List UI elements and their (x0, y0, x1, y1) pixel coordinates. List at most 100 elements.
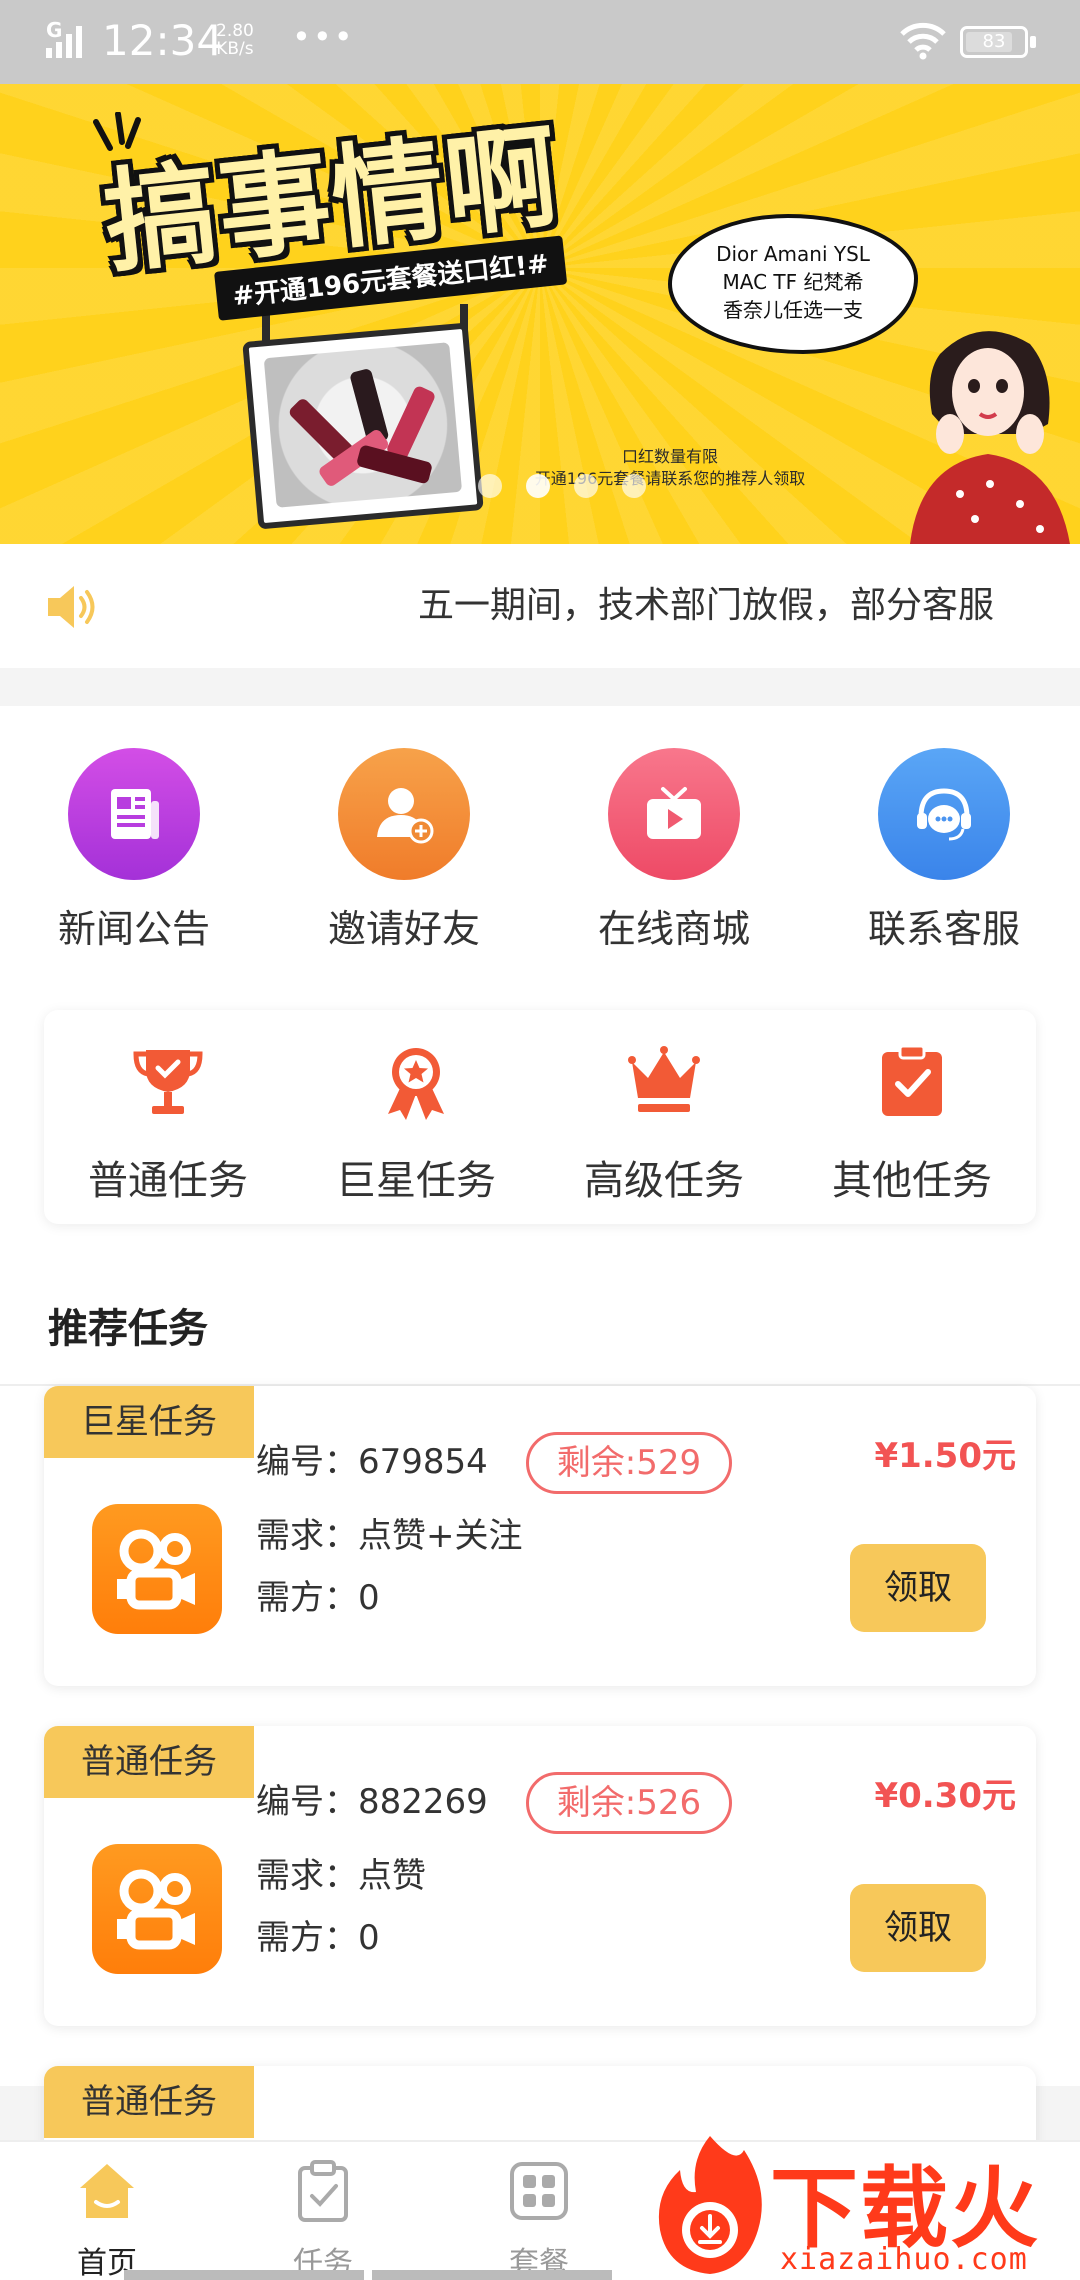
carousel-dot[interactable] (622, 474, 646, 498)
battery-icon: 83 (960, 26, 1028, 58)
home-icon (80, 2164, 134, 2218)
invite-icon-circle (338, 748, 470, 880)
news-button[interactable]: 新闻公告 (24, 748, 244, 951)
wifi-icon (900, 22, 946, 60)
remaining-badge: 剩余:529 (526, 1432, 732, 1494)
task-id-row: 编号：882269 (256, 1774, 488, 1823)
lipstick-photo-bg (263, 342, 463, 508)
task-id-value: 679854 (358, 1442, 488, 1482)
battery-tip (1030, 36, 1036, 48)
task-party-label: 需方： (256, 1918, 358, 1958)
claim-button[interactable]: 领取 (850, 1544, 986, 1632)
task-id-row: 编号：679854 (256, 1434, 488, 1483)
service-label: 联系客服 (867, 907, 1020, 951)
task-party-row: 需方：0 (256, 1910, 380, 1959)
task-type-tag: 普通任务 (44, 2066, 254, 2138)
tv-play-icon (647, 787, 701, 839)
carousel-dot[interactable] (478, 474, 502, 498)
brand-text: Dior Amani YSL MAC TF 纪梵希 香奈儿任选一支 (672, 240, 914, 324)
task-id-label: 编号： (256, 1782, 358, 1822)
category-normal-task[interactable]: 普通任务 (44, 1044, 292, 1204)
news-icon-circle (68, 748, 200, 880)
gesture-bar-right (372, 2270, 612, 2280)
status-bar: G 12:34 2.80 KB/s ••• 83 (0, 0, 1080, 84)
network-type: G (46, 18, 63, 42)
flame-logo-icon (658, 2136, 762, 2274)
brand-line-1: Dior Amani YSL (716, 242, 870, 266)
remaining-badge: 剩余:526 (526, 1772, 732, 1834)
task-party-value: 0 (358, 1578, 380, 1618)
medal-icon (388, 1048, 444, 1120)
service-icon-circle (878, 748, 1010, 880)
gesture-bar-left (124, 2270, 364, 2280)
announcement-bar[interactable]: 五一期间，技术部门放假，部分客服 (0, 544, 1080, 668)
customer-service-button[interactable]: 联系客服 (834, 748, 1054, 951)
task-demand-label: 需求： (256, 1516, 358, 1556)
task-demand-row: 需求：点赞+关注 (256, 1508, 523, 1557)
girl-illustration (910, 331, 1070, 544)
task-id-value: 882269 (358, 1782, 488, 1822)
network-speed-value: 2.80 (216, 21, 254, 41)
banner-note-line-1: 口红数量有限 (621, 447, 718, 466)
category-advanced-label: 高级任务 (584, 1158, 744, 1204)
clipboard-check-icon (882, 1044, 942, 1116)
news-label: 新闻公告 (57, 907, 210, 951)
banner-note-line-2: 开通196元套餐请联系您的推荐人领取 (534, 469, 806, 488)
lipstick-3 (385, 384, 437, 461)
invite-label: 邀请好友 (327, 907, 480, 951)
speaker-icon (48, 586, 95, 628)
news-icon (111, 789, 159, 839)
recommended-tasks-title: 推荐任务 (48, 1306, 208, 1352)
claim-button[interactable]: 领取 (850, 1884, 986, 1972)
carousel-dot[interactable] (526, 474, 550, 498)
mall-label: 在线商城 (597, 907, 750, 951)
nav-tasks[interactable]: 任务 (248, 2158, 398, 2280)
app-screen: G 12:34 2.80 KB/s ••• 83 搞事情啊 #开通196元套餐送… (0, 0, 1080, 2280)
task-demand-label: 需求： (256, 1856, 358, 1896)
grid-icon (510, 2162, 568, 2220)
trophy-icon (133, 1050, 203, 1114)
task-card[interactable]: 巨星任务 编号：679854 剩余:529 ¥1.50元 需求：点赞+关注 需方… (44, 1386, 1036, 1686)
battery-text: 83 (982, 31, 1006, 52)
brand-line-2: MAC TF 纪梵希 (722, 270, 864, 294)
invite-friends-button[interactable]: 邀请好友 (294, 748, 514, 951)
category-normal-label: 普通任务 (88, 1158, 248, 1204)
headset-icon (917, 788, 971, 841)
kuaishou-logo-icon (92, 1844, 222, 1974)
clipboard-icon (298, 2160, 348, 2222)
clock: 12:34 (102, 16, 224, 65)
promo-banner[interactable]: 搞事情啊 #开通196元套餐送口红!# Dior Amani YSL MAC T… (0, 84, 1080, 544)
lipstick-photo (242, 322, 484, 530)
network-speed: 2.80 KB/s (216, 22, 254, 58)
task-id-label: 编号： (256, 1442, 358, 1482)
add-user-icon (377, 788, 434, 844)
task-party-row: 需方：0 (256, 1570, 380, 1619)
banner-note: 口红数量有限 开通196元套餐请联系您的推荐人领取 (520, 446, 820, 490)
task-type-tag: 巨星任务 (44, 1386, 254, 1458)
task-categories: 普通任务 巨星任务 高级任务 其他任务 (44, 1010, 1036, 1224)
category-other-task[interactable]: 其他任务 (788, 1044, 1036, 1204)
task-demand-row: 需求：点赞 (256, 1848, 426, 1897)
mall-icon-circle (608, 748, 740, 880)
task-party-value: 0 (358, 1918, 380, 1958)
nav-packages[interactable]: 套餐 (464, 2158, 614, 2280)
task-price: ¥1.50元 (874, 1436, 1016, 1476)
more-notifications-icon: ••• (292, 18, 355, 56)
camera-app-icon (117, 1869, 195, 1950)
crown-icon (628, 1046, 700, 1112)
online-mall-button[interactable]: 在线商城 (564, 748, 784, 951)
nav-home[interactable]: 首页 (32, 2158, 182, 2280)
watermark-url: xiazaihuo.com (780, 2242, 1028, 2277)
task-type-tag: 普通任务 (44, 1726, 254, 1798)
watermark: 下载火 xiazaihuo.com (640, 2130, 1080, 2280)
category-advanced-task[interactable]: 高级任务 (540, 1044, 788, 1204)
task-party-label: 需方： (256, 1578, 358, 1618)
task-card[interactable]: 普通任务 编号：882269 剩余:526 ¥0.30元 需求：点赞 需方：0 … (44, 1726, 1036, 2026)
announcement-text: 五一期间，技术部门放假，部分客服 (418, 585, 995, 626)
category-other-label: 其他任务 (832, 1158, 992, 1204)
brand-line-3: 香奈儿任选一支 (723, 298, 863, 322)
carousel-dot[interactable] (574, 474, 598, 498)
category-star-task[interactable]: 巨星任务 (292, 1044, 540, 1204)
network-speed-unit: KB/s (216, 39, 254, 59)
task-demand-value: 点赞 (358, 1856, 426, 1896)
